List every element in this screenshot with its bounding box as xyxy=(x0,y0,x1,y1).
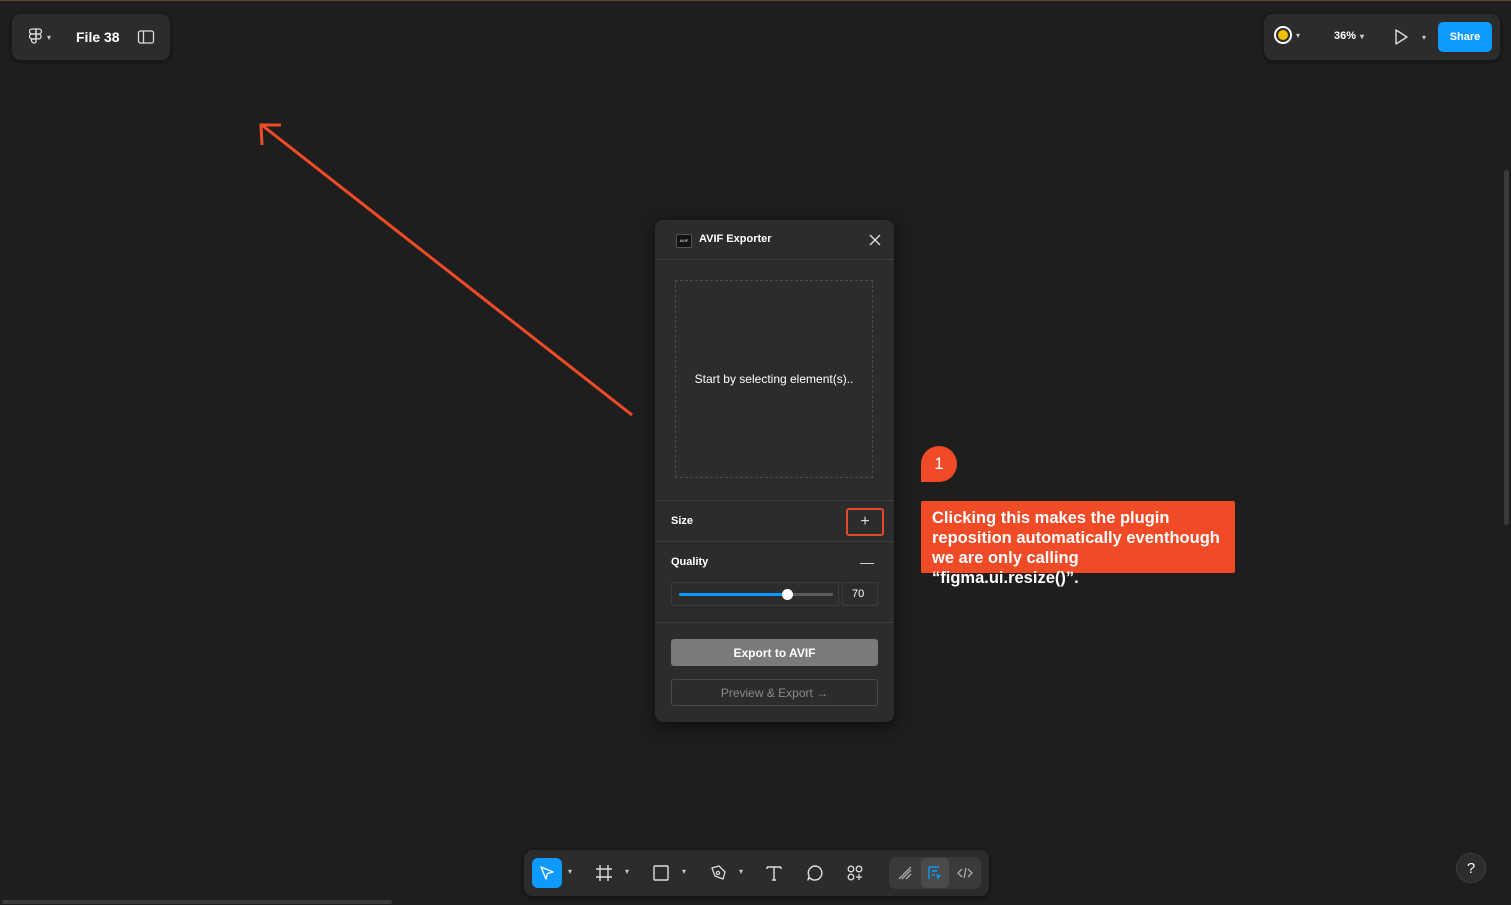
chevron-down-icon[interactable]: ▾ xyxy=(682,867,686,876)
draw-icon xyxy=(898,866,912,880)
chevron-down-icon: ▾ xyxy=(1360,31,1365,41)
plugin-logo: AVIF xyxy=(676,234,692,248)
present-button[interactable]: ▾ xyxy=(1392,28,1426,46)
pen-tool[interactable] xyxy=(706,858,730,888)
zoom-level: 36% xyxy=(1334,30,1357,42)
add-size-button[interactable]: + xyxy=(846,508,884,536)
actions-tool[interactable] xyxy=(843,858,867,888)
play-icon xyxy=(1395,29,1408,45)
quality-slider[interactable] xyxy=(679,589,833,600)
chevron-down-icon[interactable]: ▾ xyxy=(625,867,629,876)
chevron-down-icon: ▾ xyxy=(1422,32,1427,42)
comment-tool[interactable] xyxy=(803,858,827,888)
plus-icon: + xyxy=(860,513,870,530)
sidebar-icon xyxy=(137,30,155,44)
annotation-pin: 1 xyxy=(921,446,957,482)
move-tool[interactable] xyxy=(532,858,562,888)
dev-mode-button[interactable] xyxy=(951,858,979,888)
zoom-menu[interactable]: 36% ▾ xyxy=(1334,30,1364,42)
design-mode-button[interactable] xyxy=(921,858,949,888)
plugin-window: AVIF AVIF Exporter Start by selecting el… xyxy=(655,220,894,722)
draw-mode-button[interactable] xyxy=(891,858,919,888)
plugin-header[interactable]: AVIF AVIF Exporter xyxy=(655,220,894,260)
share-button[interactable]: Share xyxy=(1438,22,1492,52)
avatar-dot xyxy=(1278,30,1288,40)
shape-tool[interactable] xyxy=(649,858,673,888)
file-panel: ▾ File 38 xyxy=(11,13,171,61)
text-icon xyxy=(766,866,782,881)
plugin-title: AVIF Exporter xyxy=(699,233,772,245)
file-name[interactable]: File 38 xyxy=(76,29,120,45)
rectangle-icon xyxy=(653,865,669,881)
top-edge-line xyxy=(0,0,1511,1)
collab-panel: ▾ 36% ▾ ▾ Share xyxy=(1263,13,1501,61)
bottom-toolbar: ▾ ▾ ▾ ▾ xyxy=(523,849,990,897)
annotation-number: 1 xyxy=(934,454,944,473)
comment-icon xyxy=(807,865,823,881)
close-icon[interactable] xyxy=(868,233,882,247)
minus-icon: — xyxy=(860,554,874,570)
divider xyxy=(655,541,894,542)
avatar-menu[interactable]: ▾ xyxy=(1274,26,1300,44)
design-icon xyxy=(928,866,942,880)
avatar[interactable] xyxy=(1274,26,1292,44)
chevron-down-icon[interactable]: ▾ xyxy=(739,867,743,876)
divider xyxy=(655,622,894,623)
export-button[interactable]: Export to AVIF xyxy=(671,639,878,666)
actions-icon xyxy=(847,865,863,881)
chevron-down-icon[interactable]: ▾ xyxy=(568,867,572,876)
figma-logo-icon xyxy=(29,28,43,44)
chevron-down-icon: ▾ xyxy=(47,32,52,42)
pen-icon xyxy=(711,865,726,880)
text-tool[interactable] xyxy=(762,858,786,888)
quality-label: Quality xyxy=(671,556,709,568)
cursor-icon xyxy=(540,866,554,880)
code-icon xyxy=(957,867,973,879)
slider-thumb[interactable] xyxy=(781,589,793,600)
quality-value-input[interactable]: 70 xyxy=(842,582,878,606)
preview-export-button[interactable]: Preview & Export → xyxy=(671,679,878,706)
frame-icon xyxy=(596,865,612,881)
annotation-note: Clicking this makes the plugin repositio… xyxy=(921,501,1235,587)
horizontal-scrollbar[interactable] xyxy=(2,900,392,904)
dropzone-text: Start by selecting element(s).. xyxy=(694,372,854,386)
mode-switcher xyxy=(889,857,981,889)
vertical-scrollbar[interactable] xyxy=(1504,170,1509,525)
sidebar-toggle-button[interactable] xyxy=(137,29,155,50)
size-label: Size xyxy=(671,515,694,527)
selection-dropzone: Start by selecting element(s).. xyxy=(675,280,873,478)
divider xyxy=(655,500,894,501)
chevron-down-icon: ▾ xyxy=(1296,30,1301,40)
slider-fill xyxy=(679,593,787,596)
collapse-quality-button[interactable]: — xyxy=(860,554,874,570)
frame-tool[interactable] xyxy=(592,858,616,888)
main-menu-button[interactable]: ▾ xyxy=(29,27,59,47)
help-button[interactable]: ? xyxy=(1456,853,1486,883)
